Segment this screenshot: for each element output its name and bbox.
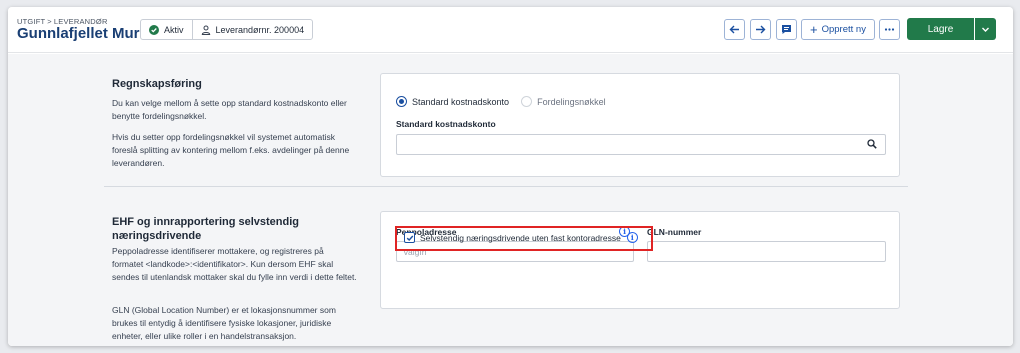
self-employed-checkbox[interactable] [404,232,415,243]
save-menu-button[interactable] [975,18,996,40]
back-button[interactable] [724,19,745,40]
gln-number-label: GLN-nummer [647,227,702,237]
radio-distribution-key-label[interactable]: Fordelingsnøkkel [537,97,606,107]
comment-button[interactable] [776,19,797,40]
chevron-down-icon [982,27,989,32]
accounting-description-2: Hvis du setter opp fordelingsnøkkel vil … [112,132,350,168]
gln-number-input[interactable] [647,241,886,262]
standard-account-label: Standard kostnadskonto [396,119,496,129]
arrow-left-icon [729,25,739,34]
status-badge: Aktiv [141,20,192,39]
header-chips: Aktiv Leverandørnr. 200004 [140,19,314,40]
page-header: UTGIFT > LEVERANDØR Gunnlafjellet Mur Akti… [8,7,1013,53]
forward-button[interactable] [750,19,771,40]
accounting-options: Standard kostnadskonto Fordelingsnøkkel [396,96,606,107]
check-icon [406,235,413,241]
search-icon[interactable] [867,139,877,149]
standard-account-input[interactable] [396,134,886,155]
accounting-card: Standard kostnadskonto Fordelingsnøkkel … [380,73,900,177]
info-icon[interactable]: i [626,232,638,243]
more-button[interactable] [879,19,900,40]
save-button[interactable]: Lagre [907,18,974,40]
create-new-button[interactable]: + Opprett ny [801,19,875,40]
self-employed-checkbox-row: Selvstendig næringsdrivende uten fast ko… [404,232,638,243]
check-circle-icon [149,24,159,35]
status-label: Aktiv [164,24,184,35]
ehf-section-title: EHF og innrapportering selvstendig nærin… [112,216,300,242]
plus-icon: + [810,22,818,37]
create-new-label: Opprett ny [821,24,866,35]
accounting-description-1: Du kan velge mellom å sette opp standard… [112,98,347,121]
more-icon [884,28,895,31]
page-title: Gunnlafjellet Mur [17,25,140,42]
radio-standard-account[interactable] [396,96,407,107]
app-window: UTGIFT > LEVERANDØR Gunnlafjellet Mur Akti… [8,7,1013,346]
supplier-number-label: Leverandørnr. 200004 [215,24,305,35]
ehf-description-2: GLN (Global Location Number) er et lokas… [112,305,336,341]
page-content: Regnskapsføring Du kan velge mellom å se… [8,54,1013,346]
supplier-number-badge: Leverandørnr. 200004 [191,20,313,39]
radio-standard-account-label[interactable]: Standard kostnadskonto [412,97,509,107]
arrow-right-icon [756,25,766,34]
user-icon [201,25,210,35]
self-employed-checkbox-label[interactable]: Selvstendig næringsdrivende uten fast ko… [420,233,621,243]
accounting-section-title: Regnskapsføring [112,78,202,90]
radio-distribution-key[interactable] [521,96,533,107]
ehf-description-1: Peppoladresse identifiserer mottakere, o… [112,246,357,282]
comment-icon [782,25,791,34]
section-divider [104,186,908,187]
